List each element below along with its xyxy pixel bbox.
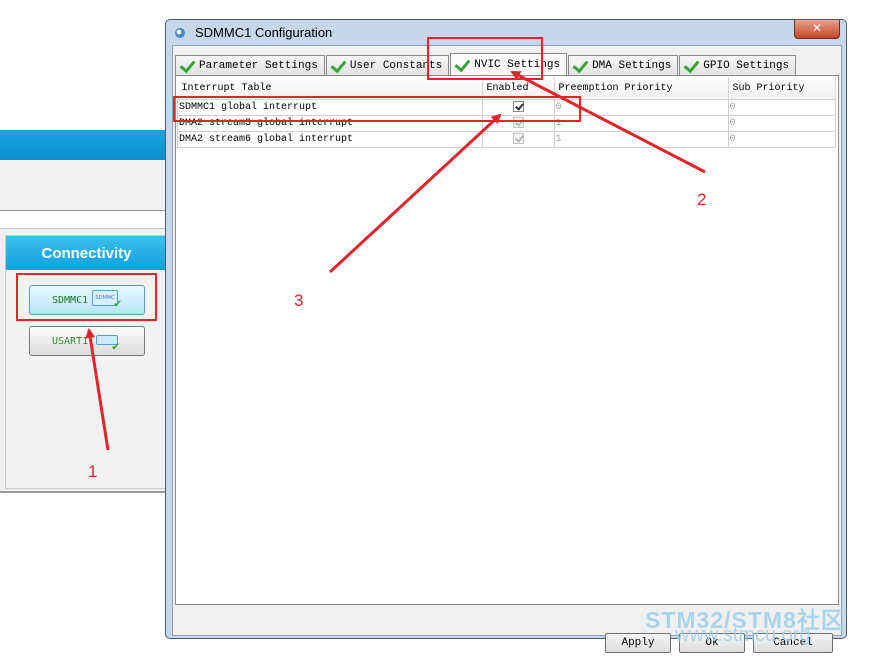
arrow-1 bbox=[85, 328, 110, 451]
arrow-2 bbox=[510, 70, 706, 174]
annotation-step-2: 2 bbox=[697, 190, 707, 209]
annotation-step-1: 1 bbox=[88, 462, 98, 481]
arrow-3 bbox=[328, 113, 502, 274]
watermark-url: www.stmcu.org bbox=[675, 624, 811, 646]
annotation-arrows bbox=[85, 70, 706, 451]
annotation-step-3: 3 bbox=[294, 291, 304, 310]
